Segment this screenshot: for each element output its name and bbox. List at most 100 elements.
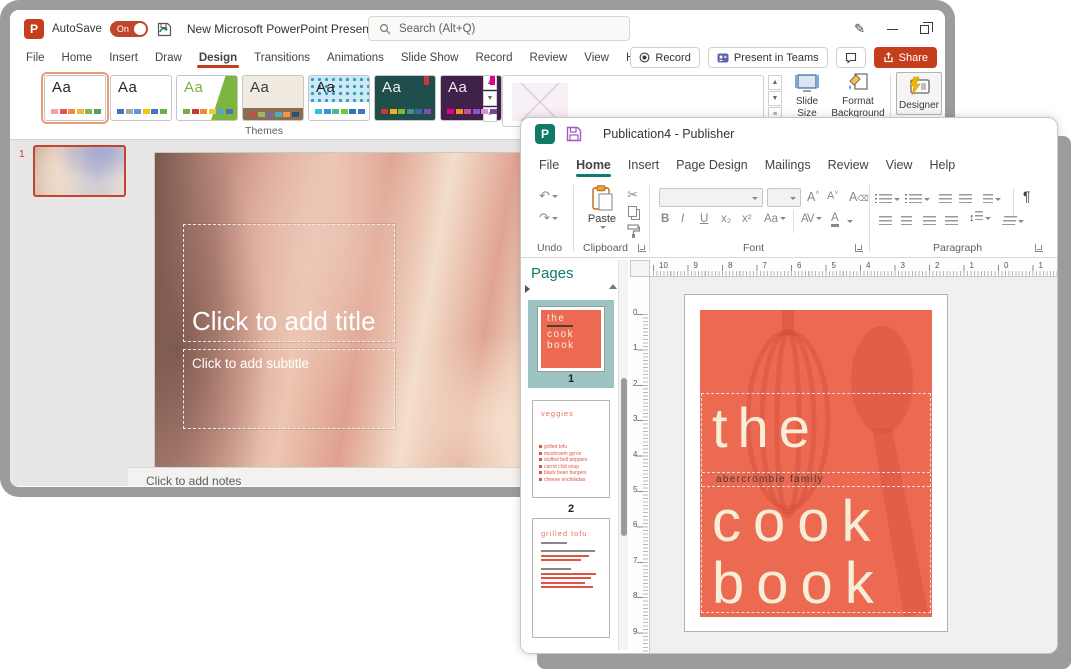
- undo-button[interactable]: ↶: [539, 189, 558, 202]
- cookbook-text-frame[interactable]: cook book: [702, 487, 930, 613]
- tab-insert[interactable]: Insert: [628, 158, 659, 172]
- cut-button[interactable]: ✂: [627, 188, 638, 201]
- variants-up-icon[interactable]: ▲: [768, 75, 782, 90]
- copy-button[interactable]: [628, 206, 637, 217]
- bullets-button[interactable]: [879, 191, 900, 209]
- theme-letters: Aa: [52, 79, 71, 96]
- tab-help[interactable]: Help: [929, 158, 955, 172]
- clear-formatting-button[interactable]: A⌫: [849, 190, 869, 204]
- tab-record[interactable]: Record: [475, 52, 512, 64]
- theme-letters: Aa: [184, 79, 203, 96]
- page-thumbnail-1[interactable]: the cook book 1: [528, 300, 614, 388]
- tab-home[interactable]: Home: [62, 52, 93, 64]
- shrink-font-button[interactable]: A˅: [827, 190, 838, 202]
- tab-file[interactable]: File: [26, 52, 45, 64]
- tab-design[interactable]: Design: [199, 52, 237, 64]
- theme-thumbnail-2[interactable]: Aa: [110, 75, 172, 121]
- slide-thumbnail[interactable]: [33, 145, 126, 197]
- page-number: 2: [568, 503, 574, 515]
- tab-review[interactable]: Review: [530, 52, 568, 64]
- format-painter-button[interactable]: [626, 224, 640, 238]
- format-background-button[interactable]: Format Background: [830, 72, 886, 119]
- publication-page[interactable]: the abercrombie family cook book: [684, 294, 948, 632]
- paragraph-dialog-launcher-icon[interactable]: [1035, 244, 1043, 252]
- align-right-button[interactable]: [923, 213, 936, 231]
- font-color-dropdown-icon[interactable]: [847, 220, 853, 223]
- redo-button[interactable]: ↷: [539, 211, 558, 224]
- page-3-text-line: [541, 550, 595, 552]
- family-text-frame[interactable]: abercrombie family: [702, 473, 930, 487]
- pages-scrollbar[interactable]: [618, 260, 628, 650]
- pages-collapse-icon[interactable]: [525, 285, 530, 293]
- font-dialog-launcher-icon[interactable]: [855, 244, 863, 252]
- tab-home[interactable]: Home: [576, 158, 611, 172]
- variants-down-icon[interactable]: ▼: [768, 91, 782, 106]
- bold-button[interactable]: B: [661, 213, 669, 225]
- gallery-down-icon[interactable]: ▼: [483, 91, 497, 106]
- comments-button[interactable]: [836, 47, 866, 68]
- pages-scrollbar-thumb[interactable]: [621, 378, 627, 536]
- paste-button[interactable]: Paste: [583, 185, 621, 239]
- font-size-combobox[interactable]: [767, 188, 801, 207]
- decrease-indent-button[interactable]: [939, 191, 952, 209]
- tab-view[interactable]: View: [584, 52, 609, 64]
- tab-draw[interactable]: Draw: [155, 52, 182, 64]
- minimize-button[interactable]: [887, 29, 898, 30]
- share-button[interactable]: Share: [874, 47, 937, 68]
- numbering-button[interactable]: [909, 191, 930, 209]
- tab-view[interactable]: View: [886, 158, 913, 172]
- align-left-button[interactable]: [879, 213, 892, 231]
- underline-button[interactable]: U: [700, 213, 708, 225]
- page-thumbnail-3[interactable]: grilled tofu: [532, 518, 610, 638]
- tab-page-design[interactable]: Page Design: [676, 158, 748, 172]
- text-fit-button[interactable]: [1003, 213, 1024, 231]
- tab-slide-show[interactable]: Slide Show: [401, 52, 459, 64]
- cover-background[interactable]: the abercrombie family cook book: [700, 310, 932, 617]
- grow-font-button[interactable]: A˄: [807, 190, 819, 204]
- font-name-combobox[interactable]: [659, 188, 763, 207]
- change-case-button[interactable]: Aa: [764, 213, 786, 225]
- horizontal-ruler[interactable]: 1098765432101: [650, 260, 1057, 277]
- align-center-button[interactable]: [901, 213, 912, 231]
- clipboard-dialog-launcher-icon[interactable]: [638, 244, 646, 252]
- line-spacing-button[interactable]: ↕: [969, 211, 991, 224]
- variant-swatch[interactable]: [512, 83, 568, 121]
- font-color-button[interactable]: A: [831, 213, 839, 227]
- show-formatting-button[interactable]: ¶: [1023, 189, 1031, 203]
- save-icon[interactable]: [565, 125, 583, 143]
- autosave-toggle[interactable]: On: [110, 21, 148, 37]
- columns-button[interactable]: [983, 191, 1001, 209]
- publisher-canvas[interactable]: the abercrombie family cook book: [650, 277, 1057, 653]
- tab-file[interactable]: File: [539, 158, 559, 172]
- increase-indent-button[interactable]: [959, 191, 972, 209]
- theme-thumbnail-6[interactable]: Aa: [374, 75, 436, 121]
- pages-scroll-up-icon[interactable]: [609, 284, 617, 289]
- tab-transitions[interactable]: Transitions: [254, 52, 310, 64]
- present-in-teams-button[interactable]: Present in Teams: [708, 47, 828, 68]
- tab-mailings[interactable]: Mailings: [765, 158, 811, 172]
- tab-animations[interactable]: Animations: [327, 52, 384, 64]
- search-box[interactable]: Search (Alt+Q): [368, 16, 630, 41]
- theme-thumbnail-3[interactable]: Aa: [176, 75, 238, 121]
- title-text-frame[interactable]: the: [702, 400, 930, 473]
- title-placeholder[interactable]: Click to add title: [183, 224, 395, 342]
- tab-review[interactable]: Review: [828, 158, 869, 172]
- save-icon[interactable]: [156, 21, 173, 38]
- theme-thumbnail-4[interactable]: Aa: [242, 75, 304, 121]
- italic-button[interactable]: I: [681, 213, 684, 225]
- page-thumbnail-2[interactable]: veggies grilled tofumushroom gyrosstuffe…: [532, 400, 610, 498]
- draw-icon[interactable]: ✎: [854, 21, 865, 37]
- restore-button[interactable]: [920, 25, 929, 34]
- vertical-ruler[interactable]: 012345678910: [630, 277, 650, 653]
- superscript-button[interactable]: x²: [742, 213, 752, 225]
- numbering-dropdown-icon: [924, 198, 930, 201]
- designer-button[interactable]: Designer: [896, 72, 942, 115]
- character-spacing-button[interactable]: AV: [801, 213, 822, 225]
- justify-button[interactable]: [945, 213, 958, 231]
- tab-insert[interactable]: Insert: [109, 52, 138, 64]
- subscript-button[interactable]: x₂: [721, 213, 731, 225]
- theme-thumbnail-1[interactable]: Aa: [44, 75, 106, 121]
- subtitle-placeholder[interactable]: Click to add subtitle: [183, 349, 395, 429]
- theme-thumbnail-5[interactable]: Aa: [308, 75, 370, 121]
- record-button[interactable]: Record: [630, 47, 699, 68]
